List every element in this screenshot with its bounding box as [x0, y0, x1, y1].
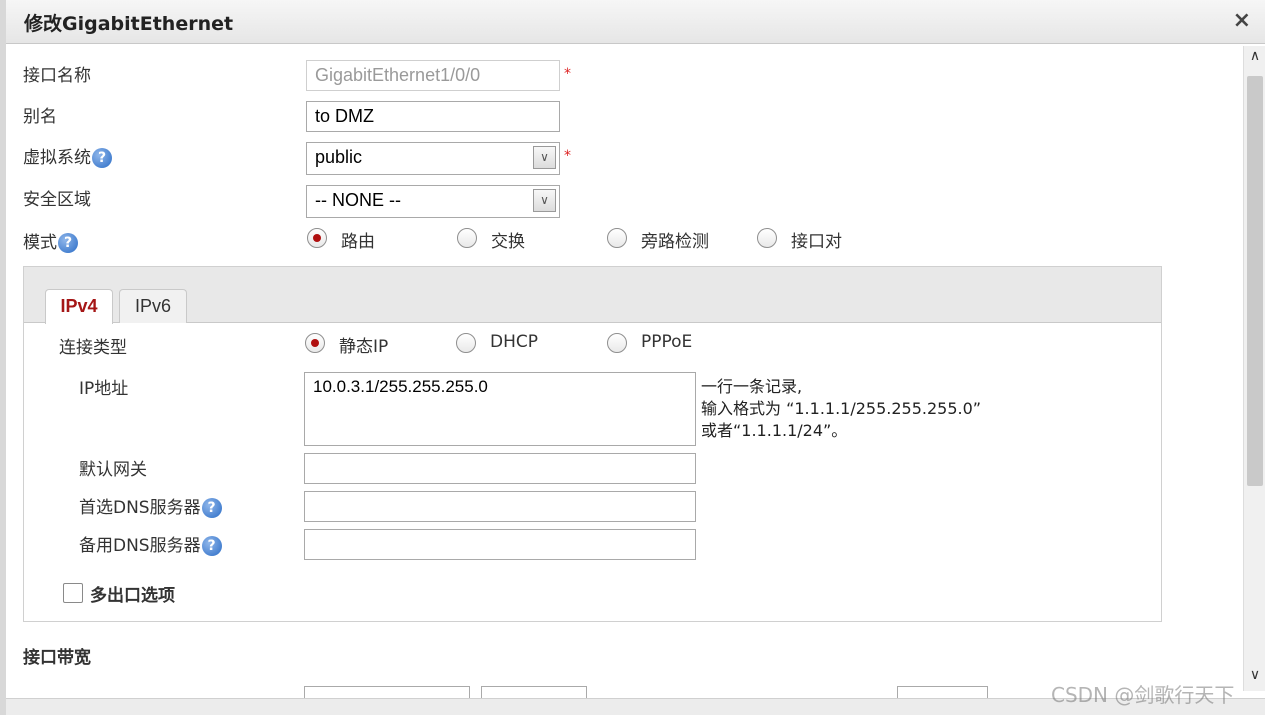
hint-line: 输入格式为 “1.1.1.1/255.255.255.0”: [701, 399, 982, 418]
connection-option-label: PPPoE: [641, 332, 693, 352]
vertical-scrollbar[interactable]: ∧ ∨: [1243, 46, 1265, 691]
alias-label: 别名: [23, 107, 57, 127]
primary-dns-input[interactable]: [304, 491, 696, 522]
interface-name-input: GigabitEthernet1/0/0: [306, 60, 560, 91]
tab-ipv6[interactable]: IPv6: [119, 289, 187, 323]
scroll-up-icon[interactable]: ∧: [1244, 48, 1265, 72]
hint-line: 或者“1.1.1.1/24”。: [701, 421, 848, 440]
mode-radio-route[interactable]: [307, 228, 327, 248]
virtual-system-value: public: [315, 147, 363, 167]
help-icon[interactable]: ?: [201, 536, 222, 556]
watermark: CSDN @剑歌行天下: [1051, 683, 1235, 707]
default-gateway-input[interactable]: [304, 453, 696, 484]
ip-config-panel: IPv4 IPv6 连接类型 静态IP DHCP PPPoE IP地址 10.0…: [23, 266, 1162, 622]
mode-option-label: 交换: [491, 232, 525, 252]
virtual-system-label-text: 虚拟系统: [23, 148, 91, 168]
multi-egress-checkbox[interactable]: [63, 583, 83, 603]
alias-input[interactable]: to DMZ: [306, 101, 560, 132]
mode-option-label: 旁路检测: [641, 232, 709, 252]
primary-dns-label-text: 首选DNS服务器: [79, 498, 201, 518]
dialog-title: 修改GigabitEthernet: [24, 13, 234, 35]
bandwidth-input-partial[interactable]: [304, 686, 470, 698]
help-icon[interactable]: ?: [58, 233, 78, 253]
mode-radio-pair[interactable]: [757, 228, 777, 248]
mode-radio-bypass[interactable]: [607, 228, 627, 248]
multi-egress-label: 多出口选项: [90, 586, 175, 606]
tab-ipv4[interactable]: IPv4: [45, 289, 113, 324]
connection-radio-static[interactable]: [305, 333, 325, 353]
chevron-down-icon[interactable]: ∨: [533, 189, 556, 212]
mode-option-label: 路由: [341, 232, 375, 252]
mode-label: 模式?: [23, 228, 78, 253]
help-icon[interactable]: ?: [201, 498, 222, 518]
connection-radio-pppoe[interactable]: [607, 333, 627, 353]
bandwidth-section-label: 接口带宽: [23, 648, 91, 668]
ip-format-hint: 一行一条记录, 输入格式为 “1.1.1.1/255.255.255.0” 或者…: [701, 376, 981, 442]
virtual-system-select[interactable]: public ∨: [306, 142, 560, 175]
edit-interface-dialog: 修改GigabitEthernet × 接口名称 GigabitEthernet…: [0, 0, 1265, 715]
chevron-down-icon[interactable]: ∨: [533, 146, 556, 169]
scroll-down-icon[interactable]: ∨: [1244, 667, 1265, 691]
mode-label-text: 模式: [23, 233, 57, 253]
help-icon[interactable]: ?: [92, 148, 112, 168]
secondary-dns-input[interactable]: [304, 529, 696, 560]
ip-address-textarea[interactable]: 10.0.3.1/255.255.255.0: [304, 372, 696, 446]
mode-option-label: 接口对: [791, 232, 842, 252]
secondary-dns-label: 备用DNS服务器?: [79, 531, 222, 556]
required-marker: *: [564, 148, 571, 164]
security-zone-select[interactable]: -- NONE -- ∨: [306, 185, 560, 218]
close-icon[interactable]: ×: [1233, 8, 1251, 33]
default-gateway-label: 默认网关: [79, 460, 147, 480]
mode-radio-switch[interactable]: [457, 228, 477, 248]
scrollbar-thumb[interactable]: [1247, 76, 1263, 486]
interface-name-label: 接口名称: [23, 66, 91, 86]
security-zone-label: 安全区域: [23, 190, 91, 210]
primary-dns-label: 首选DNS服务器?: [79, 493, 222, 518]
ip-address-label: IP地址: [79, 379, 129, 399]
dialog-titlebar: 修改GigabitEthernet ×: [6, 0, 1265, 44]
secondary-dns-label-text: 备用DNS服务器: [79, 536, 201, 556]
bandwidth-input-partial[interactable]: [897, 686, 988, 698]
bandwidth-unit-partial[interactable]: [481, 686, 587, 698]
connection-option-label: DHCP: [490, 332, 538, 352]
hint-line: 一行一条记录,: [701, 377, 803, 396]
virtual-system-label: 虚拟系统?: [23, 143, 112, 168]
required-marker: *: [564, 66, 571, 82]
connection-type-label: 连接类型: [59, 338, 127, 358]
connection-option-label: 静态IP: [339, 337, 389, 357]
tab-bar: IPv4 IPv6: [24, 267, 1161, 324]
security-zone-value: -- NONE --: [315, 190, 401, 210]
connection-radio-dhcp[interactable]: [456, 333, 476, 353]
